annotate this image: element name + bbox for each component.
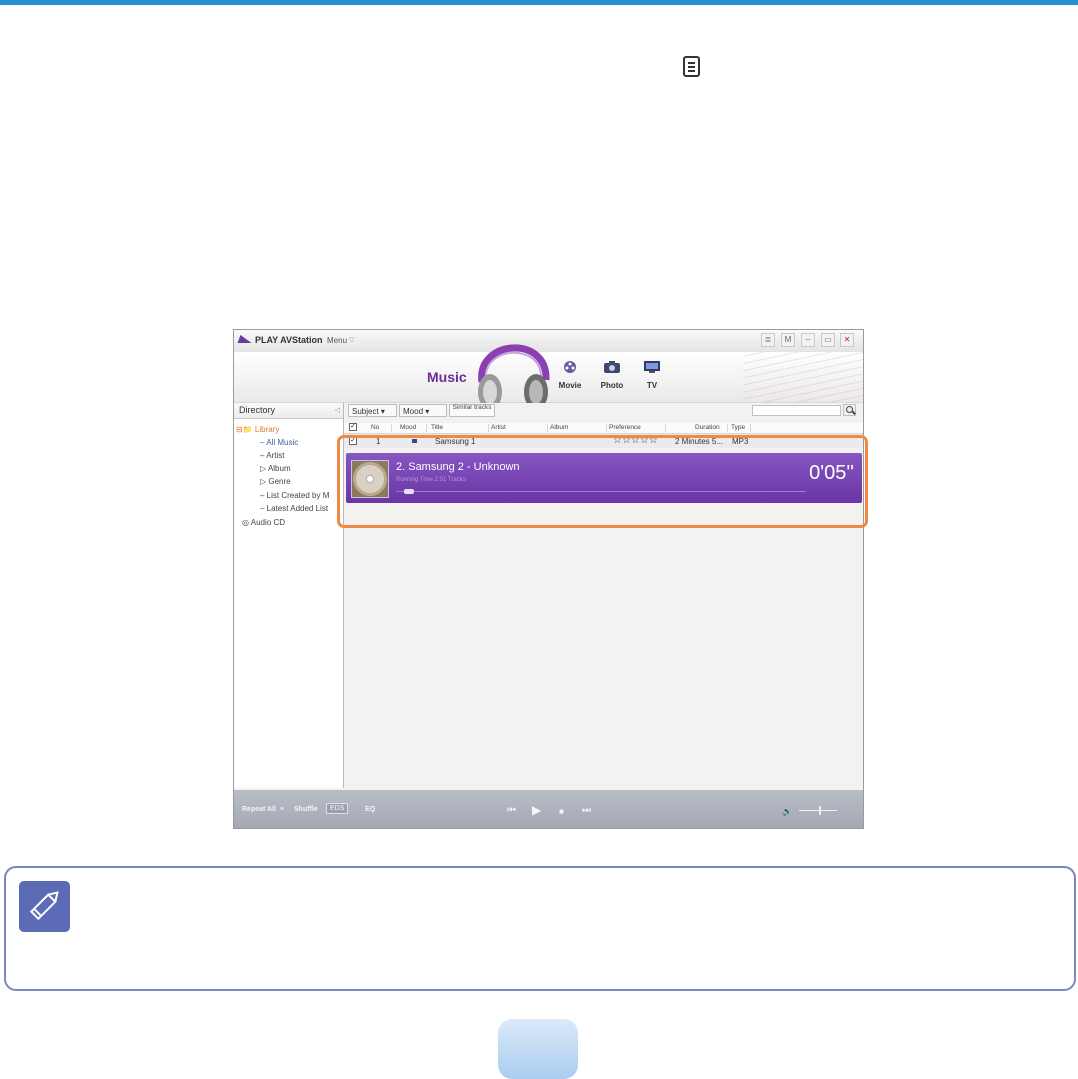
category-label: TV xyxy=(646,381,658,390)
list-toolbar: Subject ▾ Mood ▾ Similar tracks xyxy=(344,403,863,418)
tree-item-all-music[interactable]: – All Music xyxy=(260,438,298,447)
col-album[interactable]: Album xyxy=(550,424,568,431)
volume-handle[interactable] xyxy=(819,806,821,815)
logo-icon xyxy=(237,335,255,343)
transport-bar: Repeat All ≡ Shuffle EDS EQ ⏮ ▶ ■ ⏭ 🔈 xyxy=(234,790,863,828)
col-no[interactable]: No xyxy=(371,424,379,431)
tree-item-artist[interactable]: – Artist xyxy=(260,451,284,460)
col-preference[interactable]: Preference xyxy=(609,424,641,431)
page-number-tab xyxy=(498,1019,578,1079)
directory-title: Directory xyxy=(239,405,276,415)
directory-panel: Directory ◁ ⊟📁 Library – All Music – Art… xyxy=(234,403,344,788)
tree-item-genre[interactable]: ▷ Genre xyxy=(260,477,291,486)
search-input[interactable] xyxy=(752,405,841,416)
section-title: Music xyxy=(427,369,467,385)
next-icon[interactable]: ⏭ xyxy=(582,805,591,816)
tree-item-audio-cd[interactable]: ◎ Audio CD xyxy=(242,518,285,527)
tree-item-album[interactable]: ▷ Album xyxy=(260,464,291,473)
tree-item-library[interactable]: ⊟📁 Library xyxy=(236,425,279,434)
menu-button[interactable]: Menu xyxy=(327,336,347,345)
minimize-button[interactable]: – xyxy=(801,333,815,347)
category-label: Photo xyxy=(600,381,624,390)
search-icon[interactable] xyxy=(843,404,856,416)
volume-icon[interactable]: 🔈 xyxy=(782,807,792,816)
similar-tracks-button[interactable]: Similar tracks xyxy=(449,404,495,417)
shuffle-toggle[interactable]: Shuffle xyxy=(294,806,318,813)
volume-slider[interactable] xyxy=(799,810,837,811)
directory-header: Directory ◁ xyxy=(234,403,343,419)
col-mood[interactable]: Mood xyxy=(400,424,416,431)
table-header: ✓ No Mood Title Artist Album Preference … xyxy=(344,423,863,434)
eds-button[interactable]: EDS xyxy=(326,803,349,814)
close-button[interactable]: ✕ xyxy=(840,333,854,347)
chevron-down-icon[interactable]: ▽ xyxy=(349,336,354,344)
maximize-button[interactable]: ▭ xyxy=(821,333,835,347)
previous-icon[interactable]: ⏮ xyxy=(507,805,516,816)
mood-dropdown[interactable]: Mood ▾ xyxy=(399,404,447,417)
category-tv[interactable]: TV xyxy=(632,360,672,390)
col-type[interactable]: Type xyxy=(731,424,745,431)
film-reel-icon xyxy=(564,361,576,373)
repeat-all-toggle[interactable]: Repeat All xyxy=(242,806,276,813)
subject-dropdown[interactable]: Subject ▾ xyxy=(348,404,397,417)
stop-icon[interactable]: ■ xyxy=(559,807,564,816)
select-all-checkbox[interactable]: ✓ xyxy=(349,423,357,431)
camera-icon xyxy=(604,361,620,373)
decorative-lines xyxy=(743,352,863,402)
col-artist[interactable]: Artist xyxy=(491,424,506,431)
category-label: Movie xyxy=(558,381,582,390)
note-box xyxy=(4,866,1076,991)
collapse-icon[interactable]: ◁ xyxy=(335,403,340,418)
tv-icon xyxy=(644,361,660,373)
app-window: PLAY AVStation Menu ▽ ≣ M – ▭ ✕ Music Mo… xyxy=(233,329,864,829)
play-icon[interactable]: ▶ xyxy=(532,803,541,817)
eq-button[interactable]: EQ xyxy=(365,806,375,813)
tree-item-latest-added[interactable]: – Latest Added List xyxy=(260,504,328,513)
tree-item-list-created[interactable]: – List Created by M xyxy=(260,491,329,500)
category-banner: Music Movie Photo TV xyxy=(234,344,863,410)
category-movie[interactable]: Movie xyxy=(550,360,590,390)
m-button[interactable]: M xyxy=(781,333,795,347)
top-rule xyxy=(0,0,1078,5)
callout-highlight-box xyxy=(337,435,868,528)
col-duration[interactable]: Duration xyxy=(695,424,720,431)
pencil-note-icon xyxy=(19,881,70,932)
menu-key-icon xyxy=(683,56,700,77)
mini-mode-button[interactable]: ≣ xyxy=(761,333,775,347)
repeat-icon[interactable]: ≡ xyxy=(280,806,284,813)
col-title[interactable]: Title xyxy=(431,424,443,431)
category-photo[interactable]: Photo xyxy=(592,360,632,390)
app-title: PLAY AVStation xyxy=(255,335,323,345)
